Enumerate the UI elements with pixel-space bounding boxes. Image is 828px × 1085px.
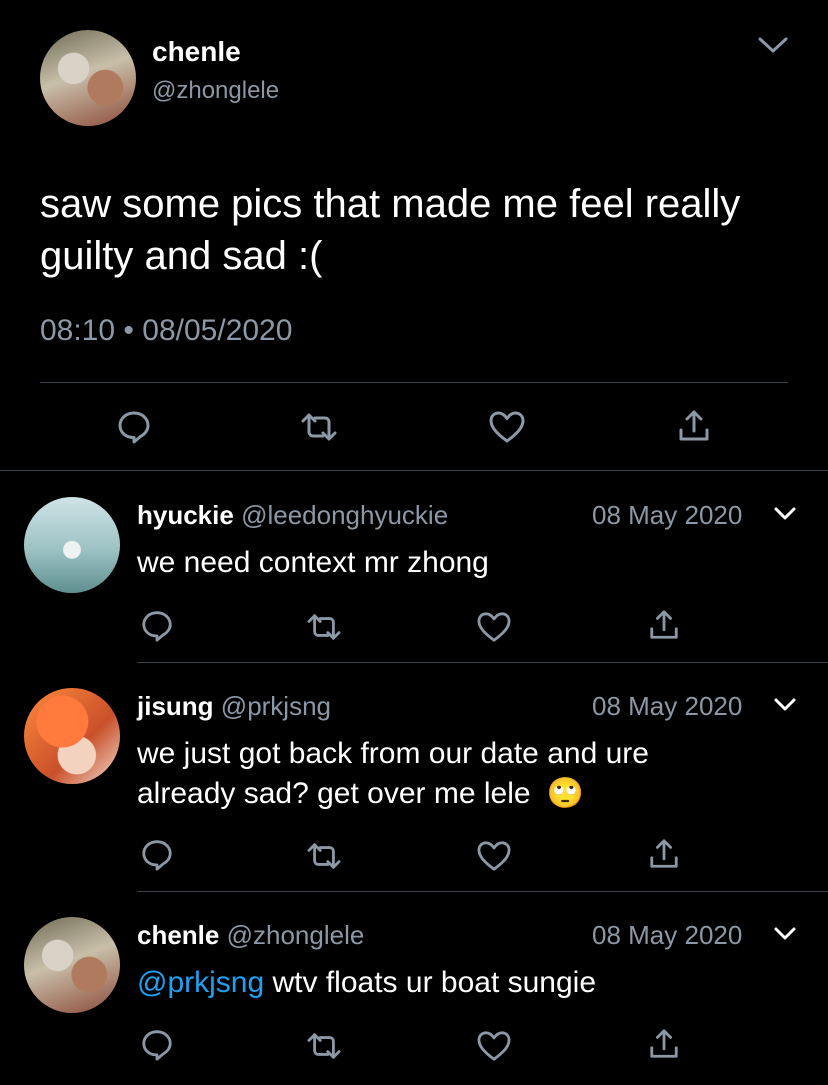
like-icon[interactable] [476, 1030, 512, 1062]
timestamp-separator: • [123, 314, 134, 347]
display-name[interactable]: chenle [137, 920, 219, 950]
handle[interactable]: @zhonglele [227, 920, 365, 950]
retweet-icon[interactable] [306, 611, 342, 643]
reply-header: hyuckie @leedonghyuckie [137, 500, 448, 531]
share-icon[interactable] [648, 837, 680, 871]
handle[interactable]: @zhonglele [152, 77, 279, 105]
avatar[interactable] [24, 688, 120, 784]
tweet-time: 08:10 [40, 314, 116, 347]
share-icon[interactable] [677, 408, 711, 444]
chevron-down-icon[interactable] [756, 34, 790, 56]
reply-icon[interactable] [140, 837, 174, 871]
divider [137, 891, 828, 892]
reply-icon[interactable] [116, 408, 152, 444]
chevron-down-icon[interactable] [773, 925, 797, 943]
display-name[interactable]: jisung [137, 691, 214, 721]
tweet-timestamp: 08:10 • 08/05/2020 [40, 314, 292, 348]
like-icon[interactable] [488, 410, 526, 444]
divider [40, 382, 788, 383]
reply-date: 08 May 2020 [592, 500, 743, 530]
chevron-down-icon[interactable] [773, 696, 797, 714]
reply-date: 08 May 2020 [592, 691, 743, 721]
like-icon[interactable] [476, 840, 512, 872]
reply-text-line2: already sad? get over me lele 🙄 [137, 776, 584, 811]
reply-date: 08 May 2020 [592, 920, 743, 950]
retweet-icon[interactable] [306, 1030, 342, 1062]
reply-text-line1: we just got back from our date and ure [137, 737, 649, 770]
retweet-icon[interactable] [306, 840, 342, 872]
reply-text: already sad? get over me lele [137, 777, 531, 810]
handle[interactable]: @leedonghyuckie [241, 500, 448, 530]
reply-text: we need context mr zhong [137, 546, 489, 579]
share-icon[interactable] [648, 1027, 680, 1061]
reply-text: wtv floats ur boat sungie [264, 966, 597, 999]
like-icon[interactable] [476, 611, 512, 643]
reply-icon[interactable] [140, 608, 174, 642]
eye-roll-emoji: 🙄 [546, 777, 585, 810]
chevron-down-icon[interactable] [773, 505, 797, 523]
avatar[interactable] [24, 917, 120, 1013]
divider [0, 470, 828, 471]
handle[interactable]: @prkjsng [221, 691, 331, 721]
mention-link[interactable]: @prkjsng [137, 966, 264, 999]
share-icon[interactable] [648, 608, 680, 642]
avatar[interactable] [24, 497, 120, 593]
tweet-text: saw some pics that made me feel really g… [40, 182, 741, 278]
display-name[interactable]: hyuckie [137, 500, 234, 530]
reply-header: chenle @zhonglele [137, 920, 364, 951]
reply-header: jisung @prkjsng [137, 691, 331, 722]
display-name[interactable]: chenle [152, 36, 241, 68]
divider [137, 662, 828, 663]
tweet-date: 08/05/2020 [142, 314, 293, 347]
reply-icon[interactable] [140, 1027, 174, 1061]
reply-text-line: @prkjsng wtv floats ur boat sungie [137, 966, 596, 1000]
avatar[interactable] [40, 30, 136, 126]
retweet-icon[interactable] [300, 410, 338, 444]
